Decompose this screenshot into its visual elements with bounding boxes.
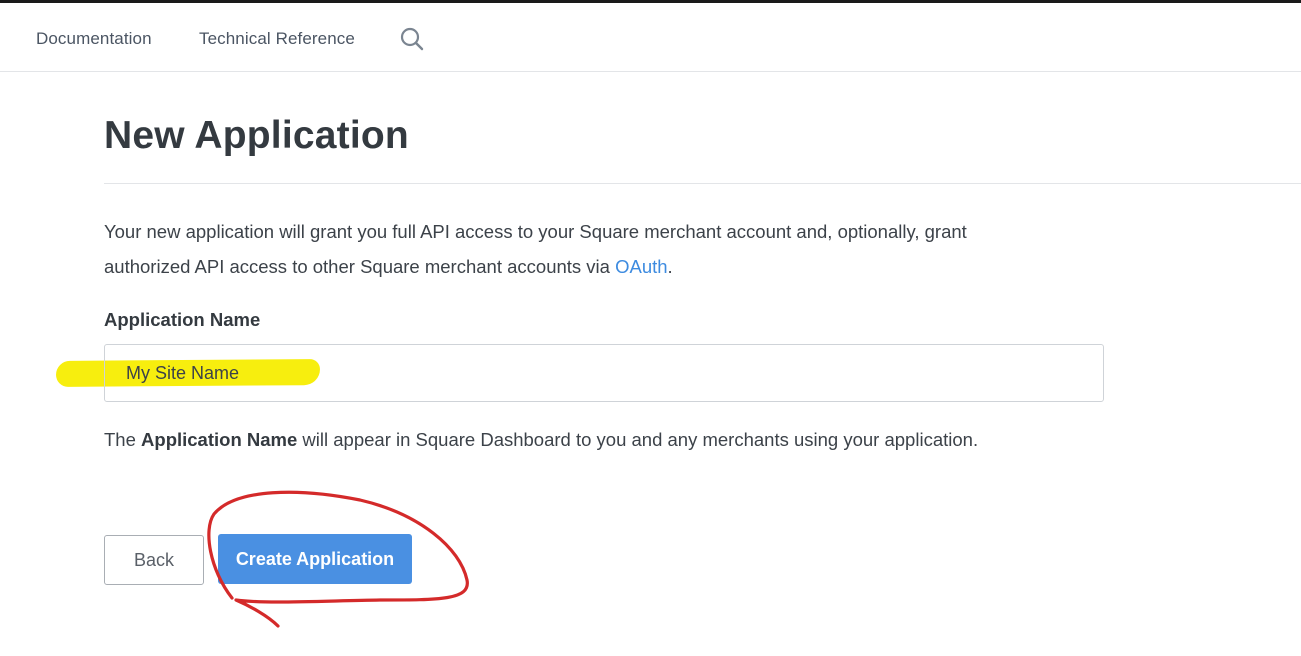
help-text-start: The: [104, 429, 142, 450]
nav-documentation[interactable]: Documentation: [36, 29, 152, 49]
nav-technical-reference[interactable]: Technical Reference: [199, 29, 355, 49]
application-name-input[interactable]: [104, 344, 1104, 402]
intro-text-start: Your new application will grant you full…: [104, 221, 967, 277]
help-text-end: will appear in Square Dashboard to you a…: [297, 429, 979, 450]
top-navigation: Documentation Technical Reference: [0, 3, 1301, 72]
help-text-bold: Application Name: [141, 429, 298, 450]
application-name-label: Application Name: [104, 309, 261, 330]
create-application-button[interactable]: Create Application: [218, 534, 412, 584]
back-button[interactable]: Back: [104, 535, 204, 585]
intro-text-end: .: [667, 256, 673, 277]
title-divider: [104, 183, 1301, 184]
page-title: New Application: [104, 114, 409, 157]
oauth-link[interactable]: OAuth: [615, 256, 667, 277]
search-icon[interactable]: [399, 26, 425, 52]
intro-text: Your new application will grant you full…: [104, 214, 984, 284]
application-name-help: The Application Name will appear in Squa…: [104, 422, 1004, 457]
